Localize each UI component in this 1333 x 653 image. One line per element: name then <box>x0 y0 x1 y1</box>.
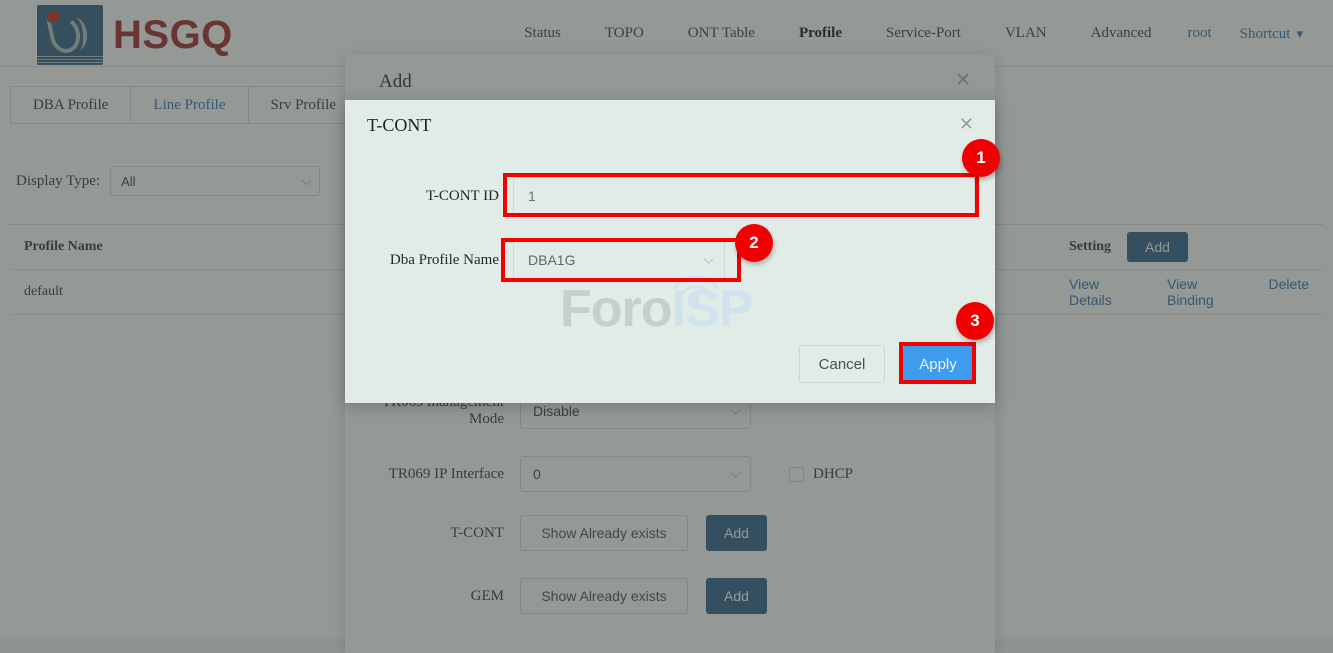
annotation-badge-2: 2 <box>735 224 773 262</box>
tcont-id-input[interactable]: 1 <box>513 177 975 215</box>
dba-profile-select[interactable]: DBA1G <box>513 241 725 279</box>
dba-profile-label: Dba Profile Name <box>389 251 499 268</box>
tcont-id-label: T-CONT ID <box>426 187 499 204</box>
dba-profile-row: Dba Profile Name DBA1G <box>345 241 725 279</box>
dba-profile-value: DBA1G <box>528 252 576 268</box>
tcont-dialog-actions: Cancel Apply <box>799 345 973 383</box>
chevron-down-icon <box>703 254 714 264</box>
cancel-button[interactable]: Cancel <box>799 345 885 383</box>
close-icon[interactable]: ✕ <box>959 115 974 133</box>
apply-button[interactable]: Apply <box>903 345 973 383</box>
tcont-dialog: T-CONT ✕ T-CONT ID 1 Dba Profile Name DB… <box>345 100 995 403</box>
annotation-badge-3: 3 <box>956 302 994 340</box>
annotation-badge-1: 1 <box>962 139 1000 177</box>
tcont-dialog-title: T-CONT <box>367 115 432 135</box>
tcont-id-row: T-CONT ID 1 <box>345 177 975 215</box>
